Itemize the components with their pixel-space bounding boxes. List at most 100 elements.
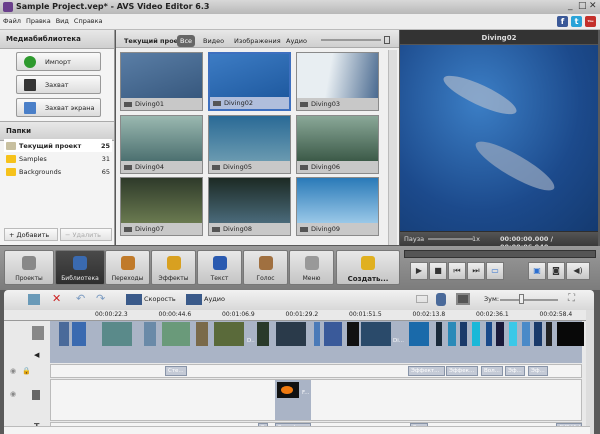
audio-mute-icon[interactable]: ◀ [34, 351, 39, 359]
tab-images[interactable]: Изображения [231, 35, 284, 47]
video-clip[interactable] [522, 322, 530, 346]
volume-icon[interactable]: ◀) [566, 262, 590, 280]
effect-block[interactable]: Эффек... [446, 366, 478, 376]
prev-frame-button[interactable]: ⏮ [448, 262, 466, 280]
add-folder-button[interactable]: + Добавить [4, 228, 58, 241]
capture-button[interactable]: Захват [16, 75, 101, 94]
import-button[interactable]: Импорт [16, 52, 101, 71]
speed-button[interactable]: Скорость [144, 295, 176, 303]
audio-button[interactable]: Аудио [204, 295, 225, 303]
video-clip[interactable] [347, 322, 359, 346]
video-clip[interactable] [196, 322, 208, 346]
video-clip[interactable] [409, 322, 429, 346]
video-clip[interactable] [59, 322, 69, 346]
media-item[interactable]: Diving06 [296, 115, 379, 174]
transitions-button[interactable]: Переходы [105, 250, 150, 285]
video-clip[interactable] [72, 322, 86, 346]
menu-edit[interactable]: Правка [23, 14, 53, 25]
timeline-vscrollbar[interactable] [586, 310, 594, 434]
video-clip[interactable] [162, 322, 190, 346]
tab-video[interactable]: Видео [200, 35, 227, 47]
thumb-size-slider[interactable] [321, 39, 381, 41]
speed-slider[interactable] [428, 238, 473, 240]
menu-button[interactable]: Меню [289, 250, 334, 285]
next-frame-button[interactable]: ⏭ [467, 262, 485, 280]
media-item[interactable]: Diving03 [296, 52, 379, 111]
video-clip[interactable] [534, 322, 542, 346]
media-item[interactable]: Diving05 [208, 115, 291, 174]
media-item[interactable]: Diving07 [120, 177, 203, 236]
folder-samples[interactable]: Samples 31 [4, 152, 112, 165]
video-clip[interactable] [314, 322, 320, 346]
video-clip[interactable] [509, 322, 517, 346]
video-clip[interactable] [144, 322, 156, 346]
overlay-clip[interactable]: F... [275, 380, 311, 404]
voice-record-icon[interactable] [436, 293, 446, 306]
menu-file[interactable]: Файл [0, 14, 23, 25]
redo-icon[interactable]: ↷ [96, 292, 105, 305]
library-button[interactable]: Библиотека [55, 250, 105, 285]
video-clip[interactable] [496, 322, 504, 346]
seek-bar[interactable] [404, 250, 596, 258]
lock-icon[interactable]: 🔒 [22, 367, 31, 375]
media-item[interactable]: Diving09 [296, 177, 379, 236]
video-clip[interactable] [102, 322, 132, 346]
fit-timeline-icon[interactable]: ⛶ [568, 293, 575, 304]
folder-current-project[interactable]: Текущий проект 25 [4, 139, 112, 152]
zoom-slider-thumb[interactable] [519, 294, 524, 304]
effect-block[interactable]: Вол... [481, 366, 503, 376]
eye-icon[interactable]: ◉ [10, 390, 16, 398]
minimize-button[interactable]: _ [568, 1, 573, 11]
text-button[interactable]: Текст [197, 250, 242, 285]
media-item[interactable]: Diving01 [120, 52, 203, 111]
video-clip[interactable] [361, 322, 391, 346]
add-to-timeline-icon[interactable] [28, 294, 40, 305]
fullscreen-toggle-icon[interactable]: ▭ [486, 262, 504, 280]
video-clip[interactable] [557, 322, 584, 346]
video-clip[interactable] [472, 322, 480, 346]
display-mode-icon[interactable] [456, 293, 470, 305]
video-clip[interactable] [324, 322, 342, 346]
maximize-button[interactable]: □ [578, 1, 587, 11]
youtube-icon[interactable]: You Tube [585, 16, 596, 34]
media-item[interactable]: Diving02 [208, 52, 291, 111]
twitter-icon[interactable]: t [571, 16, 582, 27]
screen-capture-button[interactable]: Захват экрана [16, 98, 101, 117]
timeline-hscrollbar[interactable] [4, 426, 590, 434]
effect-block[interactable]: Эффект... [408, 366, 445, 376]
split-icon[interactable] [416, 295, 428, 303]
effect-block[interactable]: Сте... [165, 366, 187, 376]
voice-button[interactable]: Голос [243, 250, 288, 285]
video-clip[interactable] [214, 322, 244, 346]
video-clip[interactable] [486, 322, 492, 346]
menu-view[interactable]: Вид [53, 14, 71, 25]
video-clip[interactable] [460, 322, 467, 346]
undo-icon[interactable]: ↶ [76, 292, 85, 305]
tab-all[interactable]: Все [177, 35, 196, 47]
effects-button[interactable]: Эффекты [151, 250, 196, 285]
create-button[interactable]: Создать... [336, 250, 400, 285]
effect-block[interactable]: Эф... [528, 366, 548, 376]
projects-button[interactable]: Проекты [4, 250, 54, 285]
media-item[interactable]: Diving04 [120, 115, 203, 174]
large-thumbs-icon[interactable] [384, 36, 390, 44]
video-clip[interactable] [448, 322, 456, 346]
effect-block[interactable]: Эф... [505, 366, 525, 376]
zoom-slider[interactable] [500, 299, 558, 301]
video-clip[interactable] [276, 322, 306, 346]
play-button[interactable]: ▶ [410, 262, 428, 280]
remove-folder-button[interactable]: − Удалить [60, 228, 112, 241]
media-item[interactable]: Diving08 [208, 177, 291, 236]
media-scrollbar[interactable] [388, 50, 397, 245]
stop-button[interactable]: ■ [429, 262, 447, 280]
folder-backgrounds[interactable]: Backgrounds 65 [4, 165, 112, 178]
close-button[interactable]: ✕ [589, 1, 597, 11]
eye-icon[interactable]: ◉ [10, 367, 16, 375]
video-clip[interactable] [436, 322, 442, 346]
facebook-icon[interactable]: f [557, 16, 568, 27]
tab-audio[interactable]: Аудио [283, 35, 310, 47]
video-clip[interactable] [546, 322, 552, 346]
detach-preview-icon[interactable]: ▣ [528, 262, 546, 280]
menu-help[interactable]: Справка [71, 14, 105, 25]
video-clip[interactable] [257, 322, 269, 346]
